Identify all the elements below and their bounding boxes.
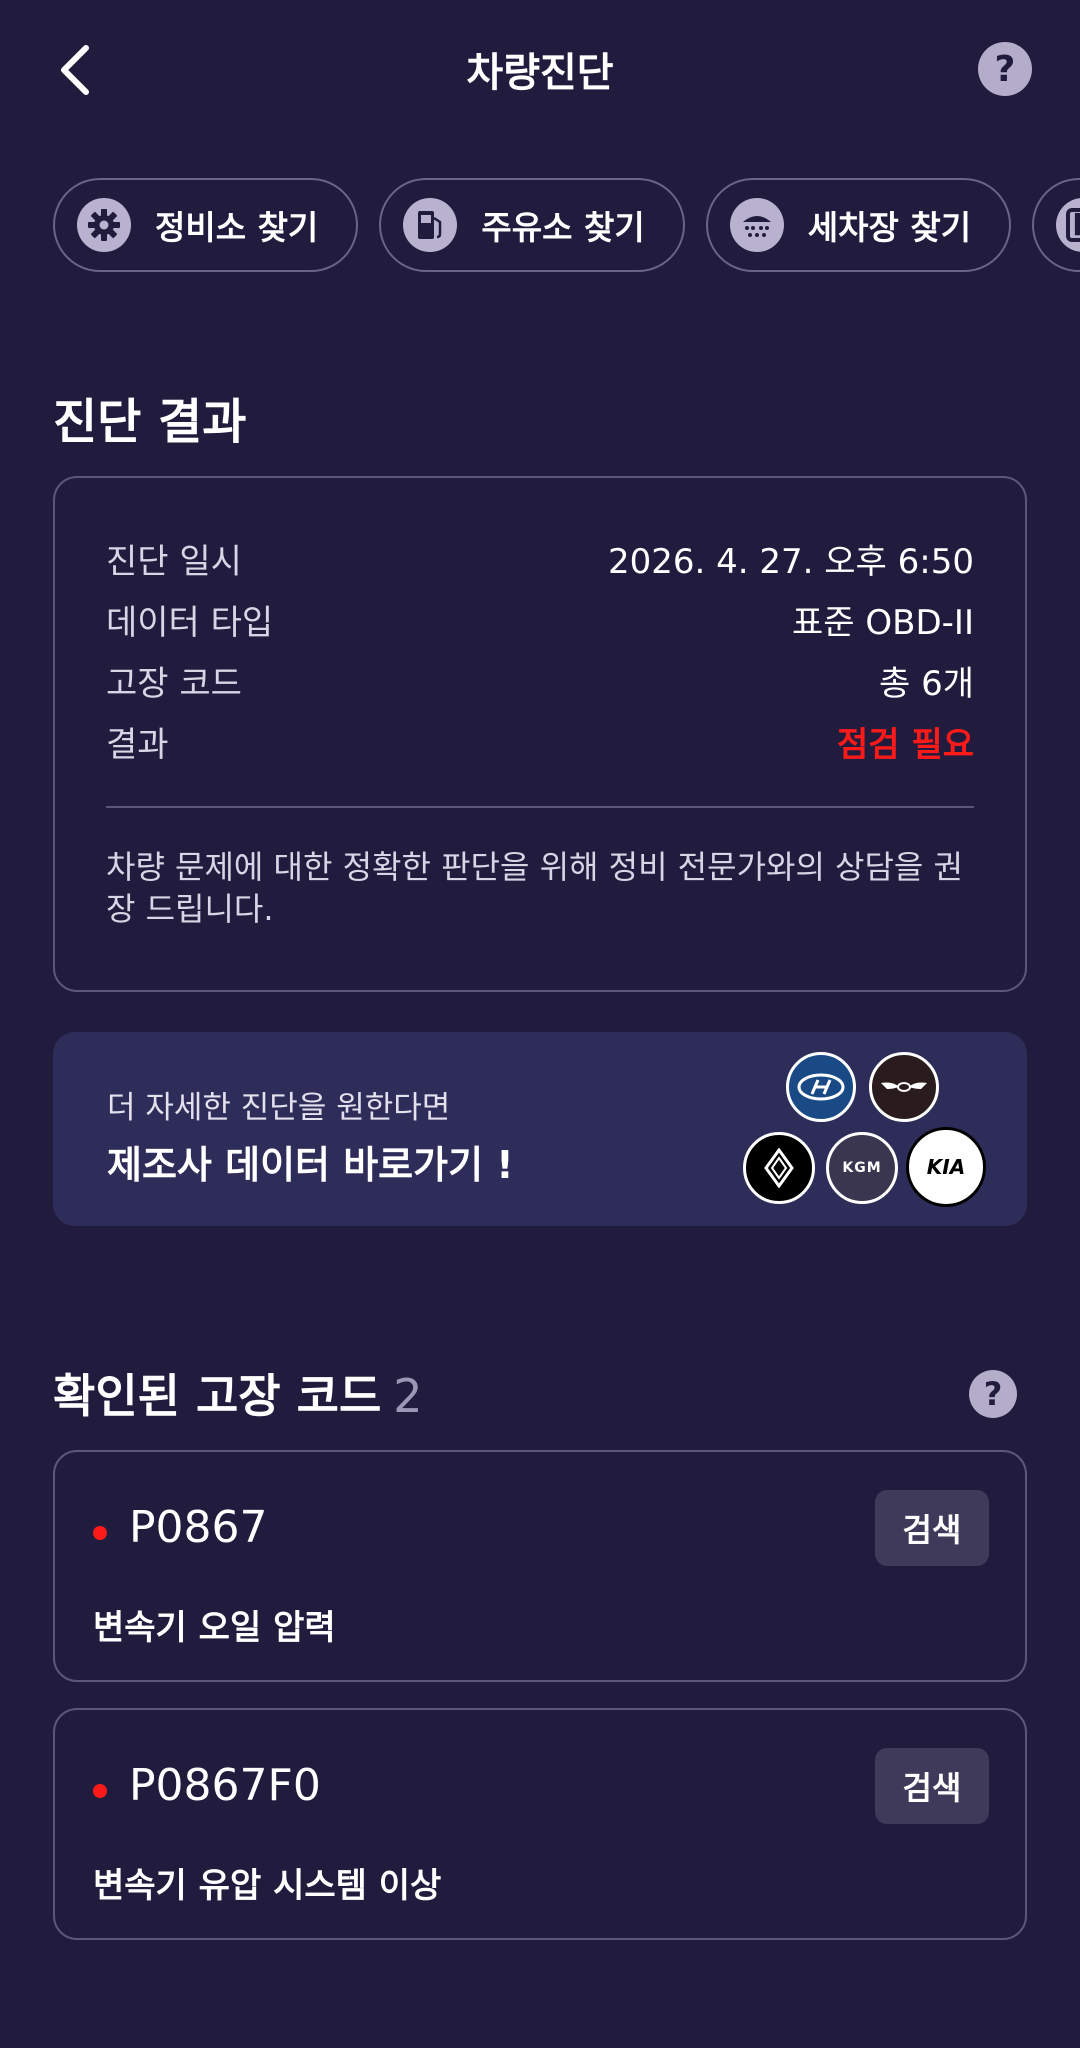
banner-subtitle: 더 자세한 진단을 원한다면 (107, 1090, 451, 1126)
page-title: 차량진단 (466, 50, 614, 96)
chip-label: 세차장 찾기 (807, 208, 972, 247)
chip-car-wash[interactable]: 세차장 찾기 (705, 178, 1012, 272)
fault-codes-help-button[interactable]: ? (969, 1370, 1017, 1418)
row-value: 2026. 4. 27. 오후 6:50 (608, 541, 974, 582)
row-key: 데이터 타입 (106, 602, 274, 643)
question-icon: ? (994, 48, 1016, 90)
kia-logo-icon[interactable]: KIA (906, 1127, 986, 1207)
chip-parking[interactable]: P (1032, 178, 1080, 272)
row-key: 진단 일시 (106, 541, 242, 582)
app-header: 차량진단 ? (0, 0, 1080, 140)
fault-codes-title: 확인된 고장 코드 2 (53, 1360, 423, 1426)
vehicle-diagnosis-screen: 차량진단 ? 정비소 찾기 주유소 찾기 세차장 찾기 진단 결과 진단 일시 … (0, 0, 1080, 2048)
help-button[interactable]: ? (978, 42, 1032, 96)
question-icon: ? (983, 1375, 1003, 1413)
fault-code-card: P0867 검색 변속기 오일 압력 (53, 1450, 1027, 1682)
row-key: 결과 (106, 724, 169, 765)
kia-logo-text: KIA (926, 1155, 966, 1179)
hyundai-logo-icon[interactable] (786, 1052, 856, 1122)
result-row-result: 결과 점검 필요 (106, 716, 974, 766)
kgm-logo-text: KGM (842, 1160, 882, 1176)
nearby-services-chips: 정비소 찾기 주유소 찾기 세차장 찾기 (53, 178, 1080, 274)
chip-label: 주유소 찾기 (481, 208, 645, 247)
fault-code-card: P0867F0 검색 변속기 유압 시스템 이상 (53, 1708, 1027, 1940)
parking-letter: P (1066, 208, 1080, 243)
fault-code: P0867F0 (129, 1760, 321, 1811)
fault-code: P0867 (129, 1502, 268, 1553)
genesis-logo-icon[interactable] (869, 1052, 939, 1122)
fault-description: 변속기 오일 압력 (93, 1608, 336, 1648)
car-wash-icon (729, 198, 784, 252)
diagnosis-result-card: 진단 일시 2026. 4. 27. 오후 6:50 데이터 타입 표준 OBD… (53, 476, 1027, 992)
divider (106, 806, 974, 808)
row-value: 총 6개 (879, 663, 974, 704)
status-badge: 점검 필요 (837, 724, 974, 765)
gear-icon (77, 198, 131, 252)
severity-dot (93, 1526, 107, 1540)
renault-logo-icon[interactable] (743, 1132, 815, 1204)
row-value: 표준 OBD-II (792, 602, 974, 643)
diagnosis-result-title: 진단 결과 (53, 394, 247, 450)
chip-label: 정비소 찾기 (155, 208, 319, 247)
result-row-date: 진단 일시 2026. 4. 27. 오후 6:50 (106, 533, 974, 583)
fault-description: 변속기 유압 시스템 이상 (93, 1866, 442, 1906)
fuel-pump-icon (403, 198, 458, 252)
search-button[interactable]: 검색 (875, 1748, 989, 1824)
maker-data-banner[interactable]: 더 자세한 진단을 원한다면 제조사 데이터 바로가기 ! KGM KIA (53, 1032, 1027, 1226)
chip-repair-shop[interactable]: 정비소 찾기 (53, 178, 359, 272)
result-row-data-type: 데이터 타입 표준 OBD-II (106, 594, 974, 644)
fault-codes-title-text: 확인된 고장 코드 (53, 1369, 382, 1423)
result-note: 차량 문제에 대한 정확한 판단을 위해 정비 전문가와의 상담을 권장 드립니… (106, 848, 963, 928)
chip-gas-station[interactable]: 주유소 찾기 (379, 178, 685, 272)
severity-dot (93, 1784, 107, 1798)
fault-codes-count: 2 (393, 1369, 423, 1423)
kgm-logo-icon[interactable]: KGM (826, 1132, 898, 1204)
search-button[interactable]: 검색 (875, 1490, 989, 1566)
parking-icon: P (1056, 198, 1080, 252)
row-key: 고장 코드 (106, 663, 242, 704)
result-row-fault-count: 고장 코드 총 6개 (106, 655, 974, 705)
banner-title: 제조사 데이터 바로가기 ! (107, 1143, 514, 1187)
